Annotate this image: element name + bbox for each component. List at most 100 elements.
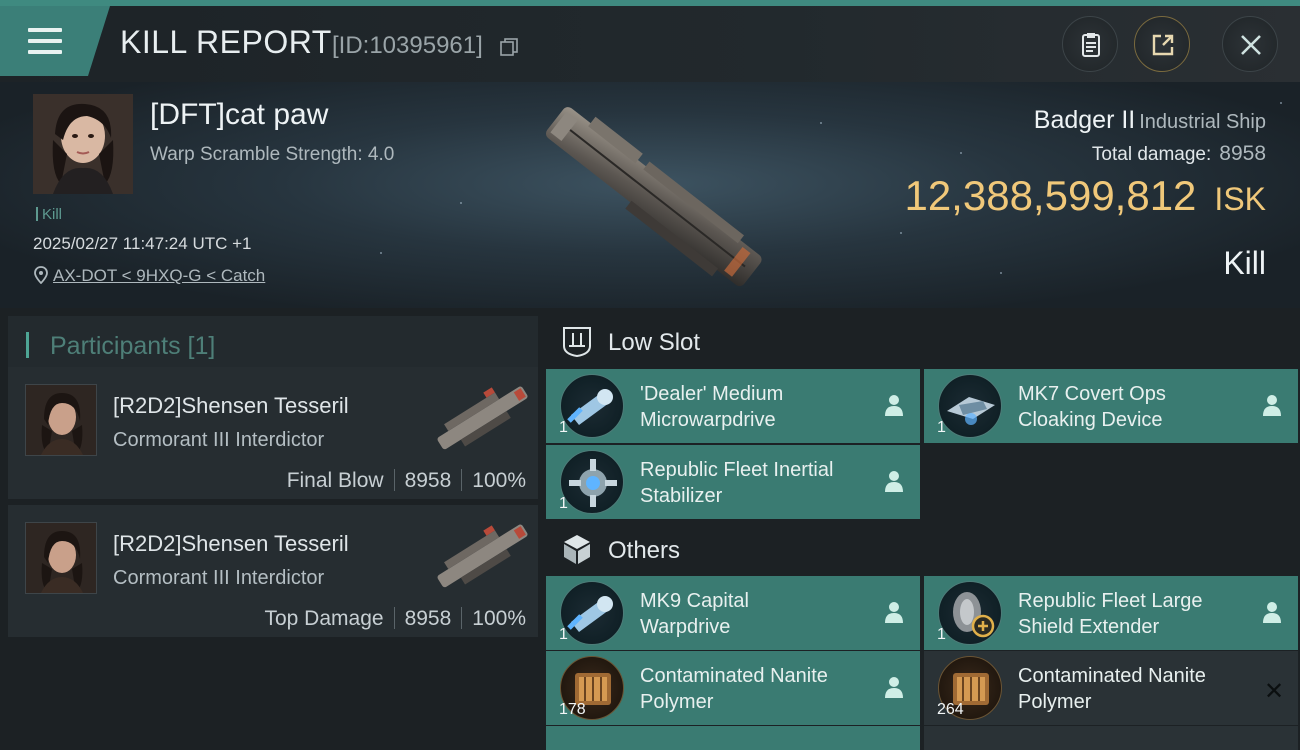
module-name: Republic Fleet Inertial Stabilizer: [640, 457, 870, 509]
module-name-line2: Shield Extender: [1018, 616, 1160, 638]
kill-datetime: 2025/02/27 11:47:24 UTC +1: [33, 234, 252, 253]
module-item[interactable]: 1 'Dealer' Medium Microwarpdrive: [546, 369, 920, 443]
victim-avatar[interactable]: [33, 94, 133, 194]
victim-ship-image: [545, 107, 762, 287]
module-qty: 264: [937, 701, 964, 718]
ship-class: Industrial Ship: [1139, 111, 1266, 133]
participant-ship-image: [437, 524, 528, 588]
module-name: Contaminated Nanite Polymer: [640, 663, 870, 715]
module-name: MK9 Capital Warpdrive: [640, 588, 870, 640]
kill-location[interactable]: AX-DOT < 9HXQ-G < Catch: [33, 266, 265, 286]
total-damage-label: Total damage:: [1091, 144, 1212, 165]
page-title: KILL REPORT: [120, 24, 332, 60]
module-qty: 1: [559, 495, 568, 512]
participant-role: Final Blow: [286, 469, 384, 492]
kill-tag: Kill: [36, 206, 62, 223]
warpdrive-icon: [560, 581, 624, 645]
module-item[interactable]: 1 Republic Fleet Inertial Stabilizer: [546, 445, 920, 519]
module-item[interactable]: 1 MK7 Covert Ops Cloaking Device: [924, 369, 1298, 443]
hamburger-icon: [28, 28, 62, 54]
module-item[interactable]: 178 Contaminated Nanite Polymer: [546, 651, 920, 725]
participant-percent: 100%: [472, 607, 526, 630]
fitting-panel: Low Slot 1 'Dealer' Medium Microwarpdrive…: [540, 308, 1300, 750]
module-name: Contaminated Nanite Polymer: [1018, 663, 1248, 715]
location-link[interactable]: AX-DOT < 9HXQ-G < Catch: [53, 266, 265, 285]
tab-indicator: [26, 332, 29, 358]
share-button[interactable]: [1134, 16, 1190, 72]
module-name-line2: Cloaking Device: [1018, 409, 1163, 431]
warp-scramble-strength: Warp Scramble Strength: 4.0: [150, 144, 395, 165]
module-item[interactable]: 1 Republic Fleet Large Shield Extender: [924, 576, 1298, 650]
module-name: Republic Fleet Large Shield Extender: [1018, 588, 1248, 640]
participant-damage: 8958: [404, 607, 452, 630]
module-name-line1: Republic Fleet Large: [1018, 590, 1203, 612]
low-slot-label: Low Slot: [608, 329, 701, 356]
module-name-line1: 'Dealer' Medium: [640, 383, 784, 405]
isk-value: 12,388,599,812 ISK: [904, 172, 1266, 220]
participant-avatar: [25, 384, 97, 456]
module-qty: 1: [559, 419, 568, 436]
participant-ship: Cormorant III Interdictor: [113, 429, 325, 451]
dismiss-x-icon[interactable]: ✕: [1264, 677, 1284, 706]
others-header: Others: [560, 532, 680, 566]
cloaking-device-icon: [938, 374, 1002, 438]
close-button[interactable]: [1222, 16, 1278, 72]
ship-name[interactable]: Badger II: [1034, 106, 1135, 134]
victim-panel: [DFT]cat paw Warp Scramble Strength: 4.0…: [0, 82, 1300, 308]
module-name-line2: Stabilizer: [640, 485, 723, 507]
participant-name: [R2D2]Shensen Tesseril: [113, 531, 349, 556]
kill-result: Kill: [1223, 245, 1266, 281]
person-icon: [1263, 395, 1281, 416]
victim-name[interactable]: [DFT]cat paw: [150, 98, 328, 132]
inertial-stabilizer-icon: [560, 450, 624, 514]
participants-tab[interactable]: Participants [1]: [8, 316, 538, 371]
module-name-line2: Polymer: [640, 691, 714, 713]
person-icon: [1263, 602, 1281, 623]
participant-avatar: [25, 522, 97, 594]
person-icon: [885, 395, 903, 416]
module-name-line2: Polymer: [1018, 691, 1092, 713]
participant-ship: Cormorant III Interdictor: [113, 567, 325, 589]
module-name: MK7 Covert Ops Cloaking Device: [1018, 381, 1248, 433]
module-name-line2: Microwarpdrive: [640, 409, 776, 431]
module-item[interactable]: 264 Contaminated Nanite Polymer: [924, 651, 1298, 725]
participant-name: [R2D2]Shensen Tesseril: [113, 393, 349, 418]
module-name-line2: Warpdrive: [640, 616, 731, 638]
module-qty: 1: [937, 419, 946, 436]
isk-amount: 12,388,599,812: [904, 172, 1197, 219]
cube-icon: [564, 535, 590, 564]
clipboard-icon: [1082, 33, 1100, 57]
participant-card[interactable]: [R2D2]Shensen Tesseril Cormorant III Int…: [8, 367, 538, 499]
module-name-line1: Contaminated Nanite: [640, 665, 828, 687]
copy-icon[interactable]: [500, 38, 518, 56]
others-label: Others: [608, 537, 681, 564]
module-name: 'Dealer' Medium Microwarpdrive: [640, 381, 870, 433]
close-icon: [1241, 35, 1261, 55]
low-slot-header: Low Slot: [560, 324, 700, 358]
share-icon: [1152, 34, 1174, 56]
shield-extender-icon: [938, 581, 1002, 645]
module-name-line1: Contaminated Nanite: [1018, 665, 1206, 687]
participant-stats: Top Damage 8958 100%: [264, 607, 526, 631]
location-pin-icon: [34, 266, 48, 284]
module-item-partial[interactable]: [546, 726, 920, 750]
module-item[interactable]: 1 MK9 Capital Warpdrive: [546, 576, 920, 650]
module-item-partial[interactable]: [924, 726, 1298, 750]
microwarpdrive-icon: [560, 374, 624, 438]
participant-damage: 8958: [404, 469, 452, 492]
person-icon: [885, 677, 903, 698]
participant-stats: Final Blow 8958 100%: [287, 469, 526, 493]
module-name-line1: MK9 Capital: [640, 590, 749, 612]
module-qty: 1: [559, 626, 568, 643]
victim-ship-name: Badger II Industrial Ship: [1034, 106, 1266, 135]
module-name-line1: Republic Fleet Inertial: [640, 459, 834, 481]
participant-card[interactable]: [R2D2]Shensen Tesseril Cormorant III Int…: [8, 505, 538, 637]
clipboard-button[interactable]: [1062, 16, 1118, 72]
total-damage: Total damage: 8958: [1092, 142, 1266, 166]
person-icon: [885, 471, 903, 492]
person-icon: [885, 602, 903, 623]
isk-unit: ISK: [1214, 181, 1266, 217]
module-name-line1: MK7 Covert Ops: [1018, 383, 1166, 405]
report-id: [ID:10395961]: [332, 32, 483, 59]
module-qty: 178: [559, 701, 586, 718]
